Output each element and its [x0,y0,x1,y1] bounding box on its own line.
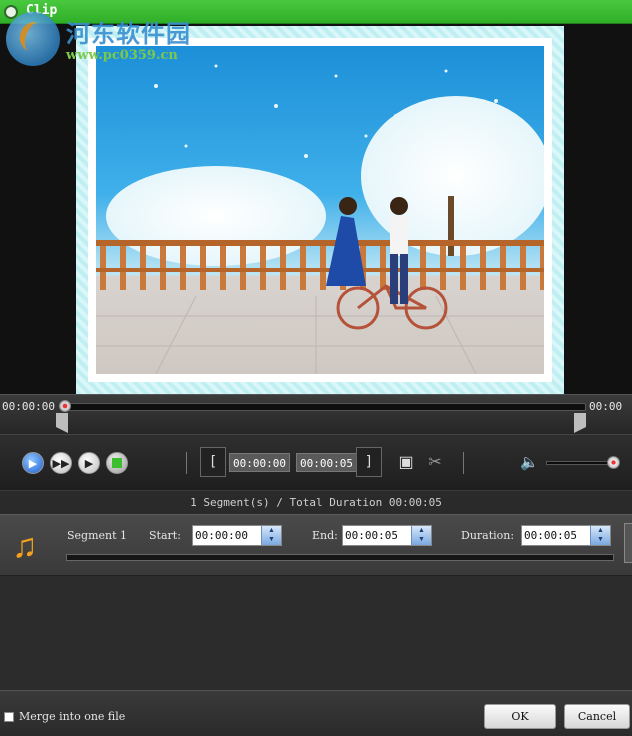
preview-frame [76,26,564,394]
spinner-up-icon[interactable]: ▲ [412,526,431,535]
filmstrip-icon[interactable]: ▣ [395,452,417,474]
separator [186,452,187,474]
step-forward-button[interactable]: ▶ [78,452,100,474]
spinner-down-icon[interactable]: ▼ [591,535,610,544]
speaker-icon[interactable]: 🔈 [520,452,540,474]
spinner-down-icon[interactable]: ▼ [262,535,281,544]
volume-slider-knob[interactable] [607,456,620,469]
scissors-icon[interactable]: ✂ [424,452,446,474]
watermark-url: www.pc0359.cn [66,48,178,63]
video-preview [0,24,632,394]
watermark-logo [6,12,60,66]
end-label: End: [312,529,338,542]
separator [463,452,464,474]
site-watermark: 河东软件园 www.pc0359.cn [6,12,226,68]
set-start-button[interactable]: [ [200,447,226,477]
merge-checkbox[interactable] [4,712,14,722]
fast-forward-button[interactable]: ▶▶ [50,452,72,474]
start-time-spinner[interactable]: 00:00:00 ▲ ▼ [192,525,282,546]
playback-controls: ▶ ▶▶ ▶ [ 00:00:00 00:00:05 ] ▣ ✂ 🔈 [0,434,632,490]
merge-label[interactable]: Merge into one file [19,710,125,723]
play-button[interactable]: ▶ [22,452,44,474]
end-time-spinner[interactable]: 00:00:05 ▲ ▼ [342,525,432,546]
end-time-display: 00:00:05 [296,453,357,472]
trim-start-handle[interactable] [56,413,68,433]
spinner-up-icon[interactable]: ▲ [591,526,610,535]
watermark-site-name: 河东软件园 [66,19,191,48]
play-icon: ▶ [28,457,38,470]
spinner-down-icon[interactable]: ▼ [412,535,431,544]
segment-row[interactable]: ♫ Segment 1 Start: 00:00:00 ▲ ▼ End: 00:0… [0,514,632,576]
spinner-up-icon[interactable]: ▲ [262,526,281,535]
start-time-display: 00:00:00 [229,453,290,472]
fast-forward-icon: ▶▶ [52,457,70,470]
stop-button[interactable] [106,452,128,474]
volume-slider-track[interactable] [546,461,616,465]
segment-range-bar[interactable] [66,554,614,561]
scene-illustration [96,64,544,374]
playhead-handle[interactable] [59,400,71,412]
set-end-button[interactable]: ] [356,447,382,477]
dialog-footer: Merge into one file OK Cancel [0,690,632,736]
duration-spinner[interactable]: 00:00:05 ▲ ▼ [521,525,611,546]
end-time-label: 00:00 [589,400,623,413]
right-bracket-icon: ] [364,454,374,470]
timeline-track[interactable] [62,403,586,411]
ok-button[interactable]: OK [484,704,556,729]
preview-image [96,46,544,374]
step-forward-icon: ▶ [84,457,94,470]
duration-label: Duration: [461,529,515,542]
segments-summary: 1 Segment(s) / Total Duration 00:00:05 [0,490,632,514]
cancel-button[interactable]: Cancel [564,704,630,729]
stop-icon [112,458,122,468]
timeline: 00:00:00 00:00 [0,394,632,434]
start-label: Start: [149,529,181,542]
left-bracket-icon: [ [208,454,218,470]
segment-list-area [0,576,632,690]
current-time-label: 00:00:00 [2,400,55,413]
trim-end-handle[interactable] [574,413,586,433]
music-note-icon: ♫ [12,527,38,565]
segment-scroll-button[interactable] [624,523,632,563]
segment-name: Segment 1 [67,529,128,542]
